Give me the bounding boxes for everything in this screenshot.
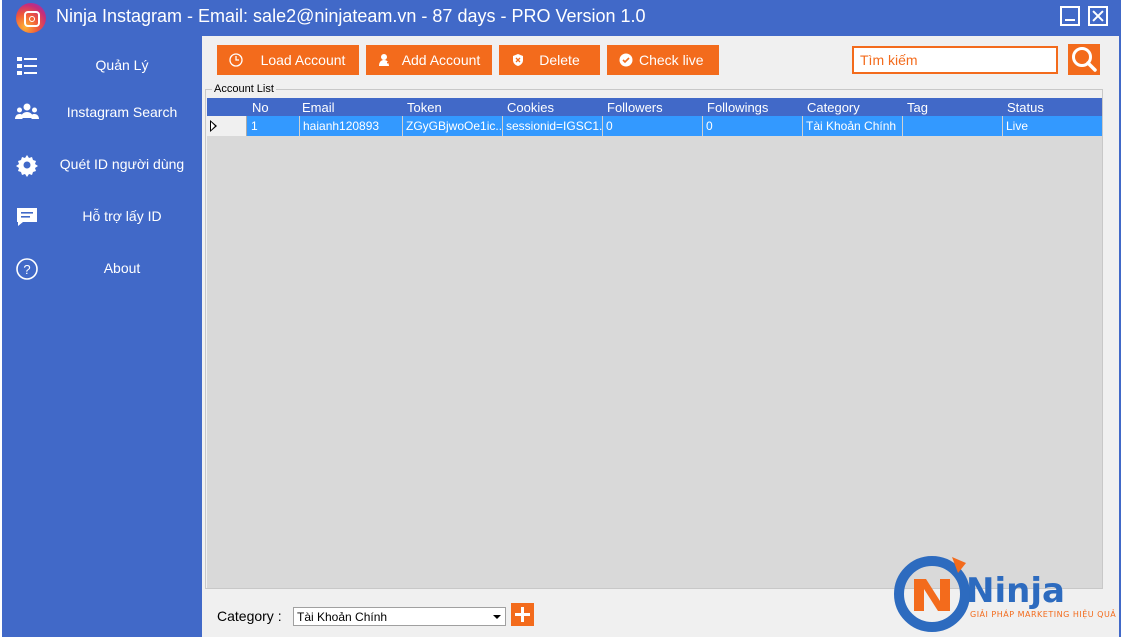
category-select[interactable]: Tài Khoản Chính [293, 607, 506, 626]
cell-followings: 0 [702, 116, 802, 136]
cell-cookies: sessionid=IGSC1... [502, 116, 602, 136]
minimize-button[interactable] [1060, 6, 1080, 26]
add-account-button[interactable]: Add Account [366, 45, 492, 75]
column-header-cookies[interactable]: Cookies [507, 100, 554, 115]
ninja-logo: Ninja GIẢI PHÁP MARKETING HIỆU QUẢ [892, 549, 1116, 639]
cell-tag [902, 116, 1002, 136]
sidebar: Quản Lý Instagram Search Quét ID người d… [2, 36, 202, 637]
load-account-label: Load Account [260, 52, 346, 68]
users-icon [15, 103, 39, 119]
ninja-logo-mark-icon [894, 556, 970, 632]
search-button[interactable] [1068, 44, 1100, 75]
sidebar-item-label: Quản Lý [95, 57, 149, 73]
column-header-status[interactable]: Status [1007, 100, 1044, 115]
add-account-label: Add Account [401, 52, 481, 68]
grid-header: No Email Token Cookies Followers Followi… [207, 98, 1102, 116]
cell-token: ZGyGBjwoOe1ic... [402, 116, 502, 136]
sidebar-item-quan-ly[interactable]: Quản Lý [2, 48, 202, 84]
category-selected-value: Tài Khoản Chính [297, 610, 388, 624]
current-row-arrow-icon [210, 120, 217, 132]
check-circle-icon [619, 53, 633, 67]
chevron-down-icon[interactable] [493, 615, 501, 619]
gear-icon [16, 155, 38, 177]
category-label: Category : [217, 608, 282, 624]
main-content: Load Account Add Account Delete Check li… [202, 36, 1119, 637]
account-list-group: Account List No Email Token Cookies Foll… [205, 83, 1103, 589]
close-button[interactable] [1088, 6, 1108, 26]
account-grid[interactable]: No Email Token Cookies Followers Followi… [207, 98, 1102, 588]
question-icon: ? [16, 258, 38, 280]
chat-icon [17, 208, 37, 226]
search-input[interactable] [852, 46, 1058, 74]
account-list-legend: Account List [212, 83, 276, 95]
check-live-button[interactable]: Check live [607, 45, 719, 75]
delete-button[interactable]: Delete [499, 45, 600, 75]
sidebar-item-label: About [103, 260, 141, 276]
brand-tagline: GIẢI PHÁP MARKETING HIỆU QUẢ [970, 610, 1117, 619]
list-icon [17, 57, 37, 75]
sidebar-item-label: Hỗ trợ lấy ID [82, 208, 162, 224]
column-header-category[interactable]: Category [807, 100, 860, 115]
row-selector[interactable] [207, 116, 247, 136]
cell-followers: 0 [602, 116, 702, 136]
window-title: Ninja Instagram - Email: sale2@ninjateam… [56, 6, 646, 26]
add-category-button[interactable] [511, 603, 534, 626]
cell-email: haianh120893 [299, 116, 402, 136]
sidebar-item-quet-id[interactable]: Quét ID người dùng [2, 147, 202, 183]
title-bar[interactable]: Ninja Instagram - Email: sale2@ninjateam… [2, 0, 1121, 36]
delete-label: Delete [539, 52, 580, 68]
column-header-tag[interactable]: Tag [907, 100, 928, 115]
table-row[interactable]: 1 haianh120893 ZGyGBjwoOe1ic... sessioni… [207, 116, 1102, 136]
sidebar-item-about[interactable]: ? About [2, 251, 202, 287]
instagram-logo-icon [16, 3, 46, 33]
column-header-token[interactable]: Token [407, 100, 442, 115]
column-header-followers[interactable]: Followers [607, 100, 663, 115]
app-window: Ninja Instagram - Email: sale2@ninjateam… [2, 0, 1121, 637]
column-header-email[interactable]: Email [302, 100, 335, 115]
sidebar-item-label: Instagram Search [66, 104, 178, 120]
load-account-button[interactable]: Load Account [217, 45, 359, 75]
cell-no: 1 [251, 119, 258, 133]
cell-status: Live [1002, 116, 1102, 136]
search-icon [1072, 47, 1097, 72]
check-live-label: Check live [639, 52, 704, 68]
sidebar-item-label: Quét ID người dùng [59, 156, 185, 172]
clock-download-icon [229, 53, 243, 67]
cell-category: Tài Khoản Chính [802, 116, 902, 136]
column-header-no[interactable]: No [252, 100, 269, 115]
sidebar-item-ho-tro[interactable]: Hỗ trợ lấy ID [2, 199, 202, 235]
svg-text:?: ? [23, 262, 30, 277]
sidebar-item-instagram-search[interactable]: Instagram Search [2, 95, 202, 131]
column-header-followings[interactable]: Followings [707, 100, 768, 115]
brand-name: Ninja [966, 571, 1065, 611]
